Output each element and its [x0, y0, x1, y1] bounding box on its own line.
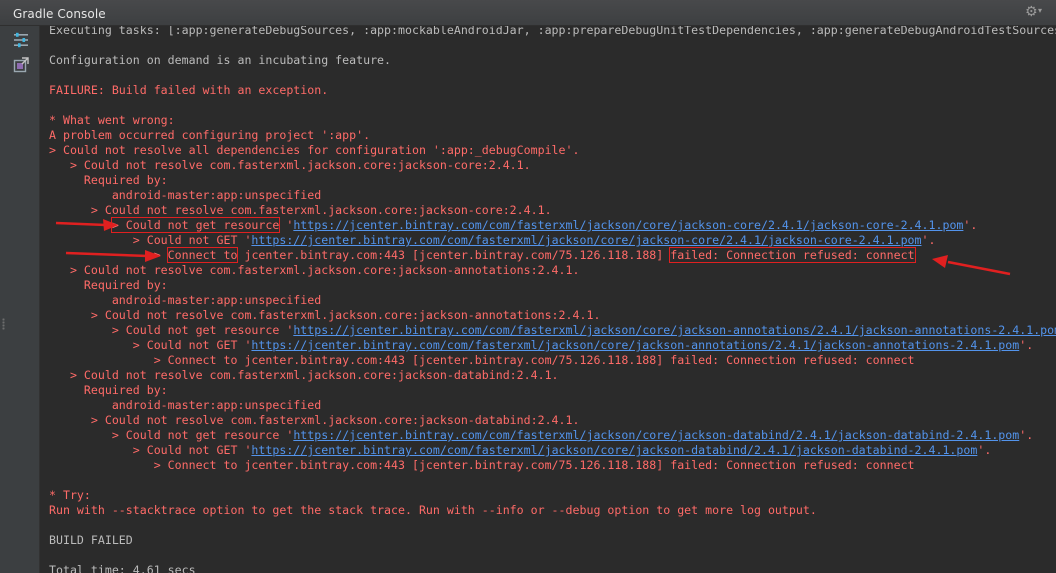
tool-window-header: Gradle Console ⚙ ▾	[0, 0, 1056, 26]
highlighted-error-text: failed: Connection refused: connect	[669, 247, 916, 263]
console-line: > Connect to jcenter.bintray.com:443 [jc…	[49, 458, 915, 472]
tool-window-title: Gradle Console	[13, 7, 106, 21]
console-text: '.	[977, 443, 992, 457]
console-text: > Could not GET '	[49, 443, 252, 457]
console-line: android-master:app:unspecified	[49, 398, 322, 412]
console-toolbar	[0, 26, 40, 573]
console-line: Required by:	[49, 383, 168, 397]
console-line: > Could not resolve all dependencies for…	[49, 143, 580, 157]
pom-url-link[interactable]: https://jcenter.bintray.com/com/fasterxm…	[293, 218, 963, 232]
console-text: '.	[1019, 428, 1034, 442]
console-line: > Could not GET 'https://jcenter.bintray…	[49, 338, 1033, 353]
console-text: '.	[921, 233, 936, 247]
console-line: > Could not get resource 'https://jcente…	[49, 217, 978, 233]
highlighted-error-text: Connect to	[166, 247, 239, 263]
pom-url-link[interactable]: https://jcenter.bintray.com/com/fasterxm…	[251, 443, 977, 457]
pom-url-link[interactable]: https://jcenter.bintray.com/com/fasterxm…	[293, 428, 1019, 442]
gradle-console-window: Gradle Console ⚙ ▾ Executing tasks: [:ap…	[0, 0, 1056, 573]
console-line: A problem occurred configuring project '…	[49, 128, 371, 142]
gear-glyph: ⚙	[1025, 4, 1038, 20]
console-text: > Could not get resource '	[49, 428, 294, 442]
console-line: FAILURE: Build failed with an exception.	[49, 83, 329, 97]
console-text: '.	[963, 218, 978, 232]
resize-grip[interactable]	[2, 318, 5, 330]
console-line: > Connect to jcenter.bintray.com:443 [jc…	[49, 353, 915, 367]
console-text: jcenter.bintray.com:443 [jcenter.bintray…	[237, 248, 671, 262]
console-text: > Could not get resource '	[49, 323, 294, 337]
pom-url-link[interactable]: https://jcenter.bintray.com/com/fasterxm…	[251, 338, 1019, 352]
console-text: '	[279, 218, 294, 232]
console-text: > Could not GET '	[49, 233, 252, 247]
console-line: * Try:	[49, 488, 91, 502]
console-line: > Could not GET 'https://jcenter.bintray…	[49, 443, 992, 458]
console-settings-icon[interactable]	[13, 32, 29, 48]
console-line: > Could not GET 'https://jcenter.bintray…	[49, 233, 936, 248]
console-line: android-master:app:unspecified	[49, 188, 322, 202]
pom-url-link[interactable]: https://jcenter.bintray.com/com/fasterxm…	[293, 323, 1056, 337]
console-line: > Could not resolve com.fasterxml.jackso…	[49, 413, 580, 427]
console-line: > Could not resolve com.fasterxml.jackso…	[49, 263, 580, 277]
console-line: Required by:	[49, 173, 168, 187]
console-line: > Could not resolve com.fasterxml.jackso…	[49, 368, 559, 382]
console-line: > Could not get resource 'https://jcente…	[49, 323, 1056, 338]
pom-url-link[interactable]: https://jcenter.bintray.com/com/fasterxm…	[251, 233, 921, 247]
export-icon[interactable]	[13, 57, 29, 73]
console-line: Configuration on demand is an incubating…	[49, 53, 392, 67]
chevron-down-icon: ▾	[1038, 6, 1043, 15]
console-line: BUILD FAILED	[49, 533, 133, 547]
console-text: > Could not GET '	[49, 338, 252, 352]
console-line: > Could not resolve com.fasterxml.jackso…	[49, 203, 552, 217]
highlighted-error-text: > Could not get resource	[110, 217, 281, 233]
gear-icon[interactable]: ⚙ ▾	[1025, 4, 1047, 21]
console-line: Executing tasks: [:app:generateDebugSour…	[49, 26, 1056, 37]
console-line: android-master:app:unspecified	[49, 293, 322, 307]
console-line: Run with --stacktrace option to get the …	[49, 503, 817, 517]
console-text: >	[49, 248, 168, 262]
console-line: * What went wrong:	[49, 113, 175, 127]
console-line: Total time: 4.61 secs	[49, 563, 196, 573]
console-line: > Could not resolve com.fasterxml.jackso…	[49, 308, 601, 322]
console-text: '.	[1019, 338, 1034, 352]
console-line: > Could not get resource 'https://jcente…	[49, 428, 1033, 443]
console-line: > Could not resolve com.fasterxml.jackso…	[49, 158, 531, 172]
console-line: > Connect to jcenter.bintray.com:443 [jc…	[49, 247, 916, 263]
console-output[interactable]: Executing tasks: [:app:generateDebugSour…	[40, 26, 1056, 573]
console-line: Required by:	[49, 278, 168, 292]
